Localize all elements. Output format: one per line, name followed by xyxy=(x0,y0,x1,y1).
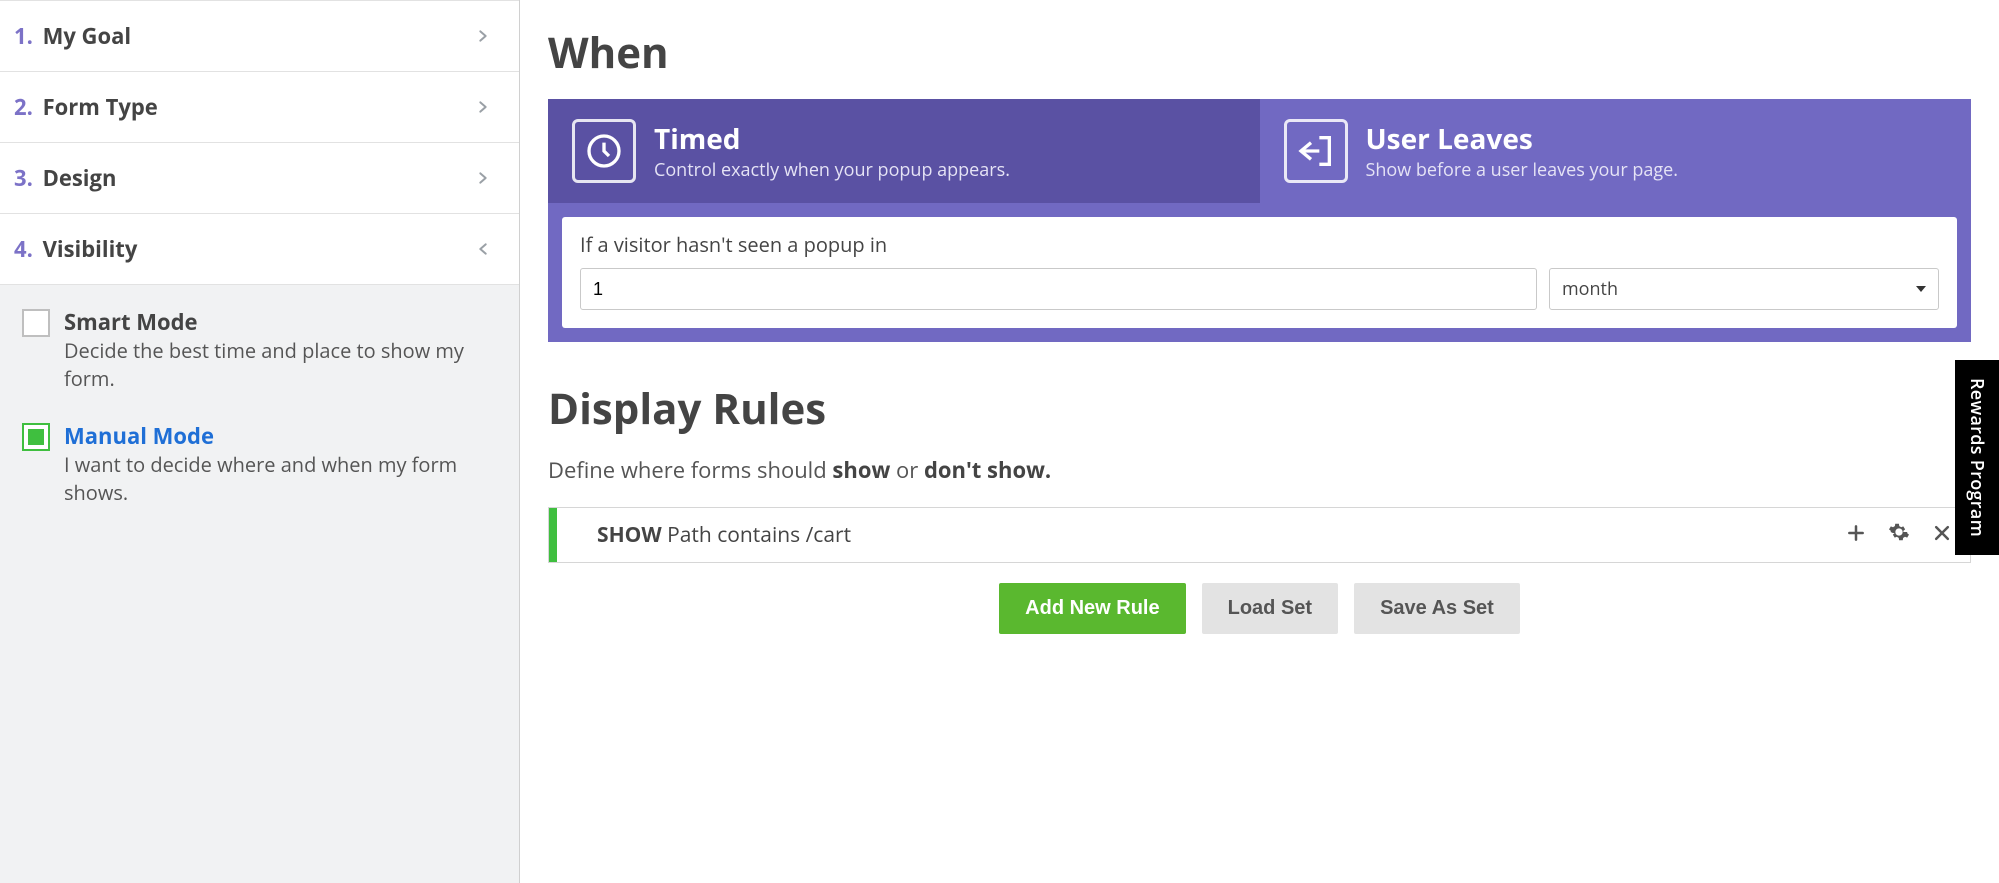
add-new-rule-button[interactable]: Add New Rule xyxy=(999,583,1185,634)
tab-title: Timed xyxy=(654,120,1010,158)
step-label: Design xyxy=(43,163,117,193)
step-form-type[interactable]: 2. Form Type xyxy=(0,72,519,143)
load-set-button[interactable]: Load Set xyxy=(1202,583,1338,634)
mode-smart[interactable]: Smart Mode Decide the best time and plac… xyxy=(22,307,499,393)
caret-down-icon xyxy=(1916,286,1926,292)
trigger-settings: If a visitor hasn't seen a popup in mont… xyxy=(548,203,1971,342)
main-panel: When Timed Control exactly when your pop… xyxy=(520,0,1999,883)
step-number: 1. xyxy=(14,21,33,51)
display-rules-intro: Define where forms should show or don't … xyxy=(548,455,1971,485)
close-icon[interactable] xyxy=(1932,520,1952,550)
condition-label: If a visitor hasn't seen a popup in xyxy=(580,231,1939,258)
step-my-goal[interactable]: 1. My Goal xyxy=(0,0,519,72)
tab-desc: Control exactly when your popup appears. xyxy=(654,158,1010,182)
tab-title: User Leaves xyxy=(1366,120,1679,158)
add-icon[interactable] xyxy=(1846,520,1866,550)
exit-icon xyxy=(1284,119,1348,183)
step-design[interactable]: 3. Design xyxy=(0,143,519,214)
rule-status-bar xyxy=(549,508,557,562)
mode-manual[interactable]: Manual Mode I want to decide where and w… xyxy=(22,421,499,507)
step-label: Form Type xyxy=(43,92,158,122)
rule-text: SHOW Path contains /cart xyxy=(597,521,1832,549)
mode-desc: Decide the best time and place to show m… xyxy=(64,337,499,393)
frequency-unit-select[interactable]: month xyxy=(1549,268,1939,310)
display-rules-heading: Display Rules xyxy=(548,380,1971,437)
step-number: 4. xyxy=(14,234,33,264)
select-value: month xyxy=(1562,277,1618,301)
save-as-set-button[interactable]: Save As Set xyxy=(1354,583,1520,634)
step-label: My Goal xyxy=(43,21,132,51)
chevron-right-icon xyxy=(475,21,491,51)
trigger-tabs: Timed Control exactly when your popup ap… xyxy=(548,99,1971,203)
display-rule[interactable]: SHOW Path contains /cart xyxy=(548,507,1971,563)
tab-timed[interactable]: Timed Control exactly when your popup ap… xyxy=(548,99,1260,203)
when-heading: When xyxy=(548,24,1971,81)
checkbox-icon[interactable] xyxy=(22,423,50,451)
tab-desc: Show before a user leaves your page. xyxy=(1366,158,1679,182)
mode-title: Manual Mode xyxy=(64,421,499,451)
step-number: 2. xyxy=(14,92,33,122)
mode-title: Smart Mode xyxy=(64,307,499,337)
gear-icon[interactable] xyxy=(1888,520,1910,550)
sidebar: 1. My Goal 2. Form Type 3. Design 4. Vis… xyxy=(0,0,520,883)
tab-user-leaves[interactable]: User Leaves Show before a user leaves yo… xyxy=(1260,99,1972,203)
clock-icon xyxy=(572,119,636,183)
visibility-panel: Smart Mode Decide the best time and plac… xyxy=(0,285,519,883)
chevron-right-icon xyxy=(475,92,491,122)
step-visibility[interactable]: 4. Visibility xyxy=(0,214,519,285)
step-label: Visibility xyxy=(43,234,138,264)
step-number: 3. xyxy=(14,163,33,193)
checkbox-icon[interactable] xyxy=(22,309,50,337)
rule-buttons: Add New Rule Load Set Save As Set xyxy=(548,583,1971,634)
frequency-value-input[interactable] xyxy=(580,268,1537,310)
chevron-right-icon xyxy=(475,163,491,193)
rewards-program-tab[interactable]: Rewards Program xyxy=(1955,360,1999,555)
mode-desc: I want to decide where and when my form … xyxy=(64,451,499,507)
chevron-down-icon xyxy=(468,241,498,257)
